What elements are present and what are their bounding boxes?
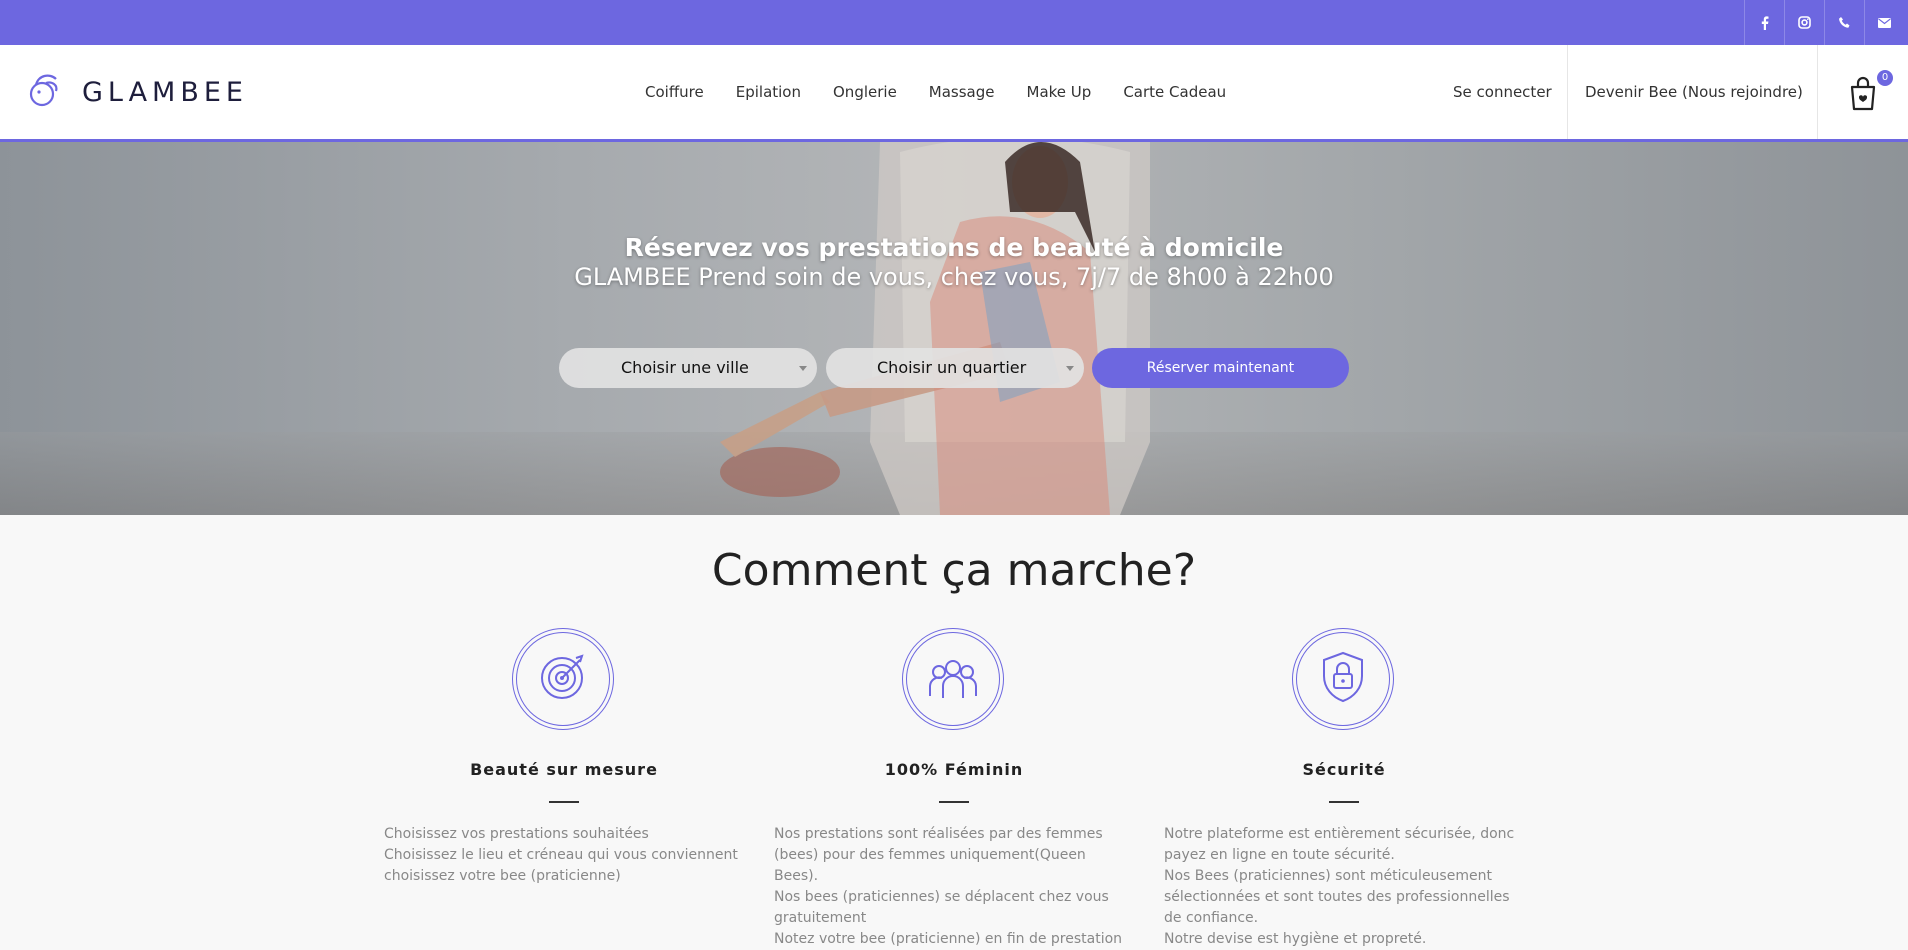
top-bar [0, 0, 1908, 45]
feature-line: Notre devise est hygiène et propreté. [1164, 931, 1427, 947]
book-now-button[interactable]: Réserver maintenant [1092, 348, 1349, 388]
logo[interactable]: GLAMBEE [26, 71, 248, 113]
feature-line: Nos prestations sont réalisées par des f… [774, 826, 1103, 884]
nav-make-up[interactable]: Make Up [1027, 83, 1092, 101]
hero-background-image [0, 142, 1908, 515]
nav-epilation[interactable]: Epilation [736, 83, 801, 101]
feature-description: Notre plateforme est entièrement sécuris… [1164, 824, 1524, 950]
feature-description: Choisissez vos prestations souhaitées Ch… [384, 824, 744, 887]
feature-line: Notez votre bee (praticienne) en fin de … [774, 931, 1123, 947]
hero-subtitle: GLAMBEE Prend soin de vous, chez vous, 7… [574, 263, 1334, 291]
chevron-down-icon [1066, 366, 1074, 371]
district-select[interactable]: Choisir un quartier [826, 348, 1084, 388]
feature-line: Notre plateforme est entièrement sécuris… [1164, 826, 1515, 863]
hero-banner: Réservez vos prestations de beauté à dom… [0, 142, 1908, 515]
cart-icon[interactable] [1846, 75, 1880, 111]
feature-line: Choisissez le lieu et créneau qui vous c… [384, 847, 738, 863]
nav-onglerie[interactable]: Onglerie [833, 83, 897, 101]
nav-carte-cadeau[interactable]: Carte Cadeau [1123, 83, 1226, 101]
cart-count-badge: 0 [1877, 70, 1893, 86]
feature-icon-circle [512, 628, 614, 730]
women-group-icon [926, 652, 980, 706]
feature-line: choisissez votre bee (praticienne) [384, 868, 621, 884]
feature-line: Choisissez vos prestations souhaitées [384, 826, 649, 842]
feature-description: Nos prestations sont réalisées par des f… [774, 824, 1134, 950]
feature-line: Nos bees (praticiennes) se déplacent che… [774, 889, 1109, 926]
feature-icon-circle [902, 628, 1004, 730]
how-it-works-title: Comment ça marche? [711, 545, 1197, 596]
feature-icon-circle [1292, 628, 1394, 730]
city-select-value: Choisir une ville [621, 358, 749, 377]
target-icon [538, 652, 588, 706]
header-divider [1567, 45, 1568, 139]
hero-title: Réservez vos prestations de beauté à dom… [624, 233, 1284, 262]
feature-divider [1329, 801, 1359, 803]
facebook-icon[interactable] [1744, 0, 1784, 45]
login-link[interactable]: Se connecter [1453, 45, 1552, 139]
join-link[interactable]: Devenir Bee (Nous rejoindre) [1585, 45, 1803, 139]
phone-icon[interactable] [1824, 0, 1864, 45]
shield-lock-icon [1320, 650, 1366, 708]
feature-title: 100% Féminin [884, 760, 1024, 779]
logo-text: GLAMBEE [82, 76, 248, 108]
feature-title: Sécurité [1302, 760, 1386, 779]
chevron-down-icon [799, 366, 807, 371]
feature-line: Nos Bees (praticiennes) sont méticuleuse… [1164, 868, 1510, 926]
feature-divider [549, 801, 579, 803]
city-select[interactable]: Choisir une ville [559, 348, 817, 388]
main-nav: Coiffure Epilation Onglerie Massage Make… [645, 45, 1258, 139]
instagram-icon[interactable] [1784, 0, 1824, 45]
header-divider [1817, 45, 1818, 139]
bee-logo-icon [26, 71, 62, 113]
nav-coiffure[interactable]: Coiffure [645, 83, 704, 101]
feature-title: Beauté sur mesure [470, 760, 658, 779]
header: GLAMBEE Coiffure Epilation Onglerie Mass… [0, 45, 1908, 142]
email-icon[interactable] [1864, 0, 1904, 45]
nav-massage[interactable]: Massage [929, 83, 995, 101]
feature-divider [939, 801, 969, 803]
district-select-value: Choisir un quartier [877, 358, 1027, 377]
